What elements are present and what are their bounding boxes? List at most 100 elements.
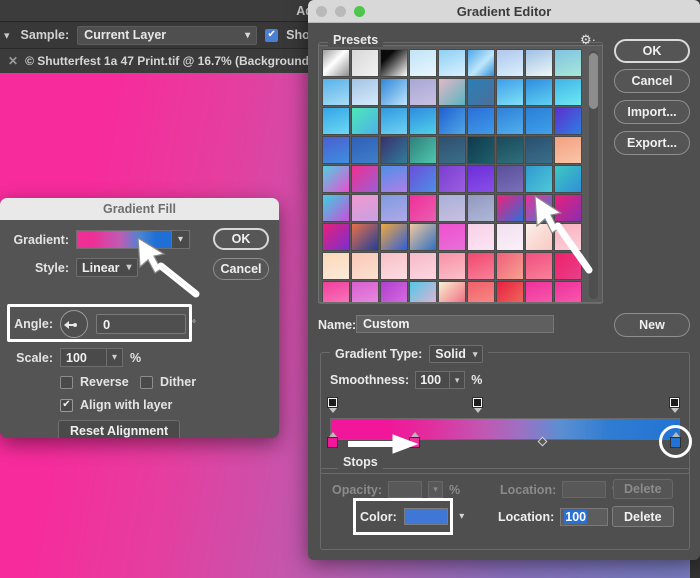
preset-swatch[interactable] — [496, 107, 524, 135]
scale-input[interactable]: 100 — [60, 348, 106, 367]
preset-swatch[interactable] — [438, 194, 466, 222]
preset-swatch[interactable] — [554, 165, 582, 193]
preset-swatch[interactable] — [554, 78, 582, 106]
preset-swatch[interactable] — [409, 136, 437, 164]
color-location-input[interactable]: 100 — [560, 508, 609, 526]
color-delete-button[interactable]: Delete — [612, 506, 674, 527]
preset-swatch[interactable] — [496, 281, 524, 302]
preset-swatch[interactable] — [322, 223, 350, 251]
name-input[interactable]: Custom — [356, 315, 554, 333]
preset-swatch[interactable] — [322, 78, 350, 106]
maximize-button[interactable] — [354, 5, 365, 17]
preset-swatch[interactable] — [525, 281, 553, 302]
presets-scrollbar-thumb[interactable] — [589, 53, 598, 109]
document-tab[interactable]: ✕ © Shutterfest 1a 47 Print.tif @ 16.7% … — [0, 48, 344, 73]
preset-swatch[interactable] — [438, 281, 466, 302]
preset-swatch[interactable] — [409, 107, 437, 135]
preset-swatch[interactable] — [380, 194, 408, 222]
dither-checkbox[interactable]: ✔ — [140, 375, 153, 389]
color-swatch[interactable] — [403, 508, 448, 525]
preset-swatch[interactable] — [496, 223, 524, 251]
preset-swatch[interactable] — [322, 281, 350, 302]
preset-swatch[interactable] — [380, 78, 408, 106]
presets-grid-container[interactable] — [318, 45, 603, 303]
preset-swatch[interactable] — [380, 136, 408, 164]
gradient-type-select[interactable]: Solid ▾ — [429, 345, 484, 363]
gradient-picker-chevron-down-icon[interactable]: ▾ — [172, 230, 190, 249]
preset-swatch[interactable] — [496, 194, 524, 222]
gradient-bar[interactable] — [330, 418, 680, 440]
preset-swatch[interactable] — [467, 165, 495, 193]
preset-swatch[interactable] — [554, 194, 582, 222]
preset-swatch[interactable] — [467, 281, 495, 302]
preset-swatch[interactable] — [351, 78, 379, 106]
preset-swatch[interactable] — [351, 107, 379, 135]
preset-swatch[interactable] — [380, 223, 408, 251]
preset-swatch[interactable] — [438, 136, 466, 164]
preset-swatch[interactable] — [467, 49, 495, 77]
preset-swatch[interactable] — [496, 165, 524, 193]
preset-swatch[interactable] — [554, 49, 582, 77]
gear-icon[interactable]: ⚙· — [580, 32, 596, 48]
preset-swatch[interactable] — [467, 194, 495, 222]
gradient-editor-new-button[interactable]: New — [614, 313, 690, 337]
preset-swatch[interactable] — [409, 252, 437, 280]
gradient-fill-ok-button[interactable]: OK — [213, 228, 269, 250]
preset-swatch[interactable] — [438, 165, 466, 193]
preset-swatch[interactable] — [380, 281, 408, 302]
preset-swatch[interactable] — [467, 78, 495, 106]
preset-swatch[interactable] — [409, 194, 437, 222]
show-checkbox[interactable]: ✔ — [265, 28, 279, 42]
preset-swatch[interactable] — [380, 107, 408, 135]
close-icon[interactable]: ✕ — [8, 54, 18, 68]
preset-swatch[interactable] — [467, 107, 495, 135]
angle-input[interactable]: 0 — [96, 314, 186, 334]
align-with-layer-checkbox[interactable]: ✔ — [60, 398, 73, 412]
preset-swatch[interactable] — [438, 49, 466, 77]
presets-scrollbar[interactable] — [589, 51, 598, 299]
preset-swatch[interactable] — [351, 223, 379, 251]
reverse-checkbox[interactable]: ✔ — [60, 375, 73, 389]
preset-swatch[interactable] — [525, 165, 553, 193]
preset-swatch[interactable] — [322, 194, 350, 222]
preset-swatch[interactable] — [496, 136, 524, 164]
chevron-down-icon[interactable]: ▾ — [0, 29, 13, 42]
preset-swatch[interactable] — [554, 223, 582, 251]
color-chevron-down-icon[interactable]: ▾ — [455, 511, 469, 522]
preset-swatch[interactable] — [380, 252, 408, 280]
preset-swatch[interactable] — [351, 194, 379, 222]
close-button[interactable] — [316, 5, 327, 17]
smoothness-chevron-down-icon[interactable]: ▾ — [449, 371, 466, 389]
preset-swatch[interactable] — [409, 281, 437, 302]
preset-swatch[interactable] — [322, 136, 350, 164]
preset-swatch[interactable] — [525, 49, 553, 77]
preset-swatch[interactable] — [467, 223, 495, 251]
preset-swatch[interactable] — [554, 107, 582, 135]
preset-swatch[interactable] — [496, 78, 524, 106]
preset-swatch[interactable] — [351, 165, 379, 193]
gradient-editor-export-button[interactable]: Export... — [614, 131, 690, 155]
gradient-editor-titlebar[interactable]: Gradient Editor — [308, 0, 700, 23]
preset-swatch[interactable] — [554, 136, 582, 164]
color-stop[interactable] — [409, 432, 420, 448]
opacity-stop[interactable] — [327, 397, 338, 413]
preset-swatch[interactable] — [322, 49, 350, 77]
preset-swatch[interactable] — [496, 252, 524, 280]
gradient-editor-import-button[interactable]: Import... — [614, 100, 690, 124]
color-stop[interactable] — [327, 432, 338, 448]
gradient-fill-cancel-button[interactable]: Cancel — [213, 258, 269, 280]
preset-swatch[interactable] — [467, 136, 495, 164]
preset-swatch[interactable] — [525, 107, 553, 135]
preset-swatch[interactable] — [351, 252, 379, 280]
preset-swatch[interactable] — [409, 165, 437, 193]
preset-swatch[interactable] — [409, 49, 437, 77]
preset-swatch[interactable] — [554, 252, 582, 280]
preset-swatch[interactable] — [467, 252, 495, 280]
preset-swatch[interactable] — [525, 194, 553, 222]
gradient-editor-ok-button[interactable]: OK — [614, 39, 690, 63]
angle-dial[interactable] — [60, 310, 88, 338]
preset-swatch[interactable] — [525, 136, 553, 164]
preset-swatch[interactable] — [409, 78, 437, 106]
reset-alignment-button[interactable]: Reset Alignment — [58, 420, 181, 438]
preset-swatch[interactable] — [351, 136, 379, 164]
